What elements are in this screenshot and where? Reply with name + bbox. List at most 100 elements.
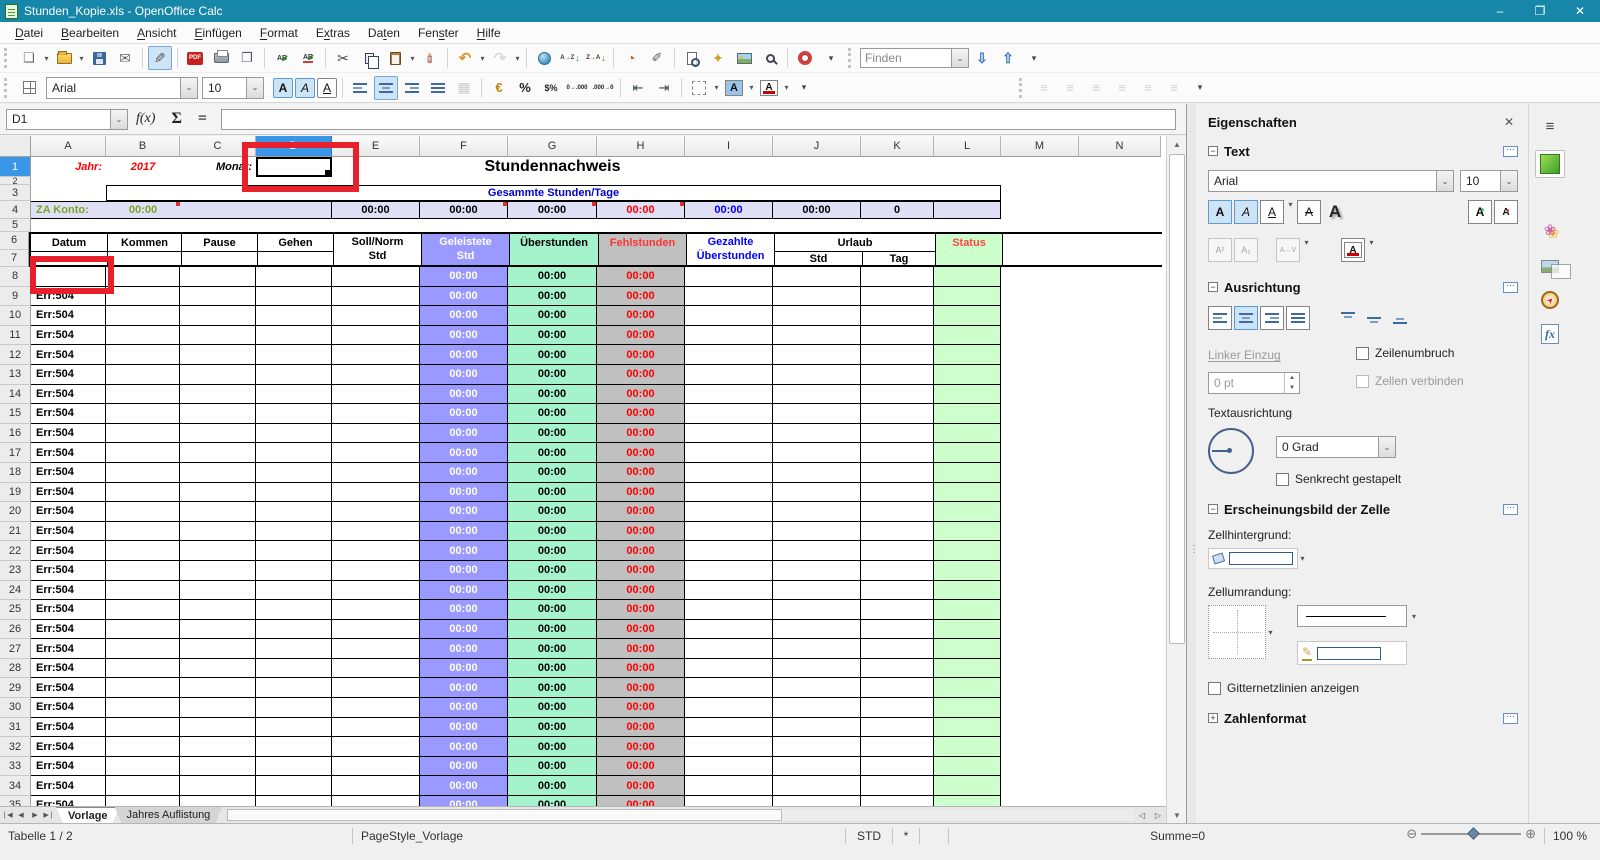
sidebar-grid-button[interactable] — [17, 76, 41, 100]
cell[interactable] — [861, 678, 934, 698]
cell[interactable]: Err:504 — [31, 796, 106, 806]
cell[interactable] — [332, 502, 420, 522]
background-color-dropdown[interactable]: ▾ — [747, 83, 756, 92]
cell[interactable]: 00:00 — [597, 365, 685, 385]
cell[interactable] — [180, 345, 256, 365]
cell[interactable] — [773, 718, 861, 738]
empty-area[interactable] — [1001, 443, 1166, 463]
cell[interactable] — [861, 326, 934, 346]
tab-navigator[interactable] — [1535, 286, 1565, 314]
find-input[interactable] — [860, 48, 952, 68]
new-document-button[interactable] — [17, 46, 41, 70]
menu-fenster[interactable]: Fenster — [409, 24, 468, 42]
cell[interactable] — [256, 365, 332, 385]
cell[interactable] — [180, 326, 256, 346]
cell[interactable]: Err:504 — [31, 502, 106, 522]
cell[interactable]: 00:00 — [508, 287, 597, 307]
cell-a1[interactable]: Jahr: — [31, 157, 106, 177]
standard-format-button[interactable] — [539, 76, 563, 100]
column-header-j[interactable]: J — [773, 136, 861, 157]
cell[interactable] — [106, 306, 180, 326]
previous-sheet-button[interactable]: ◀ — [14, 807, 28, 823]
empty-area[interactable] — [1001, 737, 1166, 757]
cell[interactable] — [106, 639, 180, 659]
cell[interactable] — [180, 581, 256, 601]
valign-top-button[interactable] — [1336, 306, 1360, 330]
cell[interactable] — [861, 698, 934, 718]
empty-area[interactable] — [1001, 698, 1166, 718]
cell[interactable]: 00:00 — [597, 718, 685, 738]
cell[interactable] — [934, 757, 1001, 777]
cell[interactable]: 00:00 — [597, 267, 685, 287]
cell[interactable]: Err:504 — [31, 678, 106, 698]
cell[interactable] — [685, 620, 773, 640]
cell[interactable]: 00:00 — [597, 737, 685, 757]
find-previous-button[interactable] — [996, 46, 1020, 70]
cell[interactable] — [773, 385, 861, 405]
cell[interactable]: Err:504 — [31, 561, 106, 581]
cell[interactable]: Err:504 — [31, 776, 106, 796]
cell[interactable]: 00:00 — [597, 385, 685, 405]
cell[interactable] — [773, 483, 861, 503]
scroll-down-icon[interactable]: ▼ — [1167, 807, 1187, 823]
cell[interactable]: 00:00 — [508, 443, 597, 463]
empty-area[interactable] — [1001, 385, 1166, 405]
cell[interactable] — [332, 522, 420, 542]
cell-h4[interactable]: 00:00 — [597, 201, 685, 219]
align-justify-button[interactable] — [426, 76, 450, 100]
empty-area[interactable] — [1001, 678, 1166, 698]
sum-display[interactable]: Summe=0 — [949, 824, 1406, 848]
cell[interactable] — [861, 561, 934, 581]
cell[interactable]: Err:504 — [31, 326, 106, 346]
row-header[interactable]: 16 — [0, 424, 31, 444]
row-header[interactable]: 32 — [0, 737, 31, 757]
sum-button[interactable]: Σ — [163, 110, 189, 128]
cell[interactable] — [180, 267, 256, 287]
tab-gallery[interactable] — [1535, 216, 1565, 244]
header-kommen[interactable]: Kommen — [108, 234, 182, 265]
cell[interactable] — [106, 424, 180, 444]
cell[interactable]: Err:504 — [31, 385, 106, 405]
menu-extras[interactable]: Extras — [307, 24, 359, 42]
cell[interactable] — [106, 443, 180, 463]
cell[interactable] — [256, 796, 332, 806]
cell[interactable] — [106, 600, 180, 620]
cell[interactable] — [685, 522, 773, 542]
row-header[interactable]: 3 — [0, 185, 31, 201]
cell[interactable] — [861, 483, 934, 503]
cell[interactable] — [773, 600, 861, 620]
cell[interactable] — [106, 522, 180, 542]
header-fehlstunden[interactable]: Fehlstunden — [599, 234, 687, 265]
dialog-launcher-icon[interactable] — [1503, 713, 1518, 724]
cell[interactable] — [332, 659, 420, 679]
column-header-f[interactable]: F — [420, 136, 508, 157]
indent-spinner[interactable]: 0 pt ▲▼ — [1208, 372, 1300, 394]
cell[interactable]: Err:504 — [31, 443, 106, 463]
navigator-button[interactable] — [706, 46, 730, 70]
cell[interactable] — [180, 757, 256, 777]
border-line-style[interactable] — [1297, 605, 1407, 627]
cell[interactable] — [685, 404, 773, 424]
cell[interactable]: 00:00 — [508, 698, 597, 718]
cell[interactable]: 00:00 — [597, 502, 685, 522]
cell[interactable] — [256, 776, 332, 796]
font-size-combo[interactable]: 10 ⌄ — [202, 77, 264, 99]
menu-datei[interactable]: Datei — [6, 24, 52, 42]
cell[interactable] — [332, 443, 420, 463]
italic-button[interactable] — [295, 78, 315, 98]
cell[interactable]: 00:00 — [420, 306, 508, 326]
cell[interactable] — [685, 483, 773, 503]
new-document-dropdown[interactable]: ▾ — [42, 54, 51, 63]
cell[interactable] — [773, 404, 861, 424]
valign-center-button[interactable] — [1362, 306, 1386, 330]
cell[interactable]: 00:00 — [508, 796, 597, 806]
column-header-g[interactable]: G — [508, 136, 597, 157]
open-dropdown[interactable]: ▾ — [77, 54, 86, 63]
cell[interactable] — [332, 267, 420, 287]
column-header-i[interactable]: I — [685, 136, 773, 157]
draw-functions-button[interactable] — [645, 46, 669, 70]
menu-daten[interactable]: Daten — [359, 24, 409, 42]
cell[interactable] — [861, 757, 934, 777]
cell[interactable] — [685, 385, 773, 405]
gesamt-header-cell[interactable]: Gesammte Stunden/Tage — [106, 185, 1001, 201]
